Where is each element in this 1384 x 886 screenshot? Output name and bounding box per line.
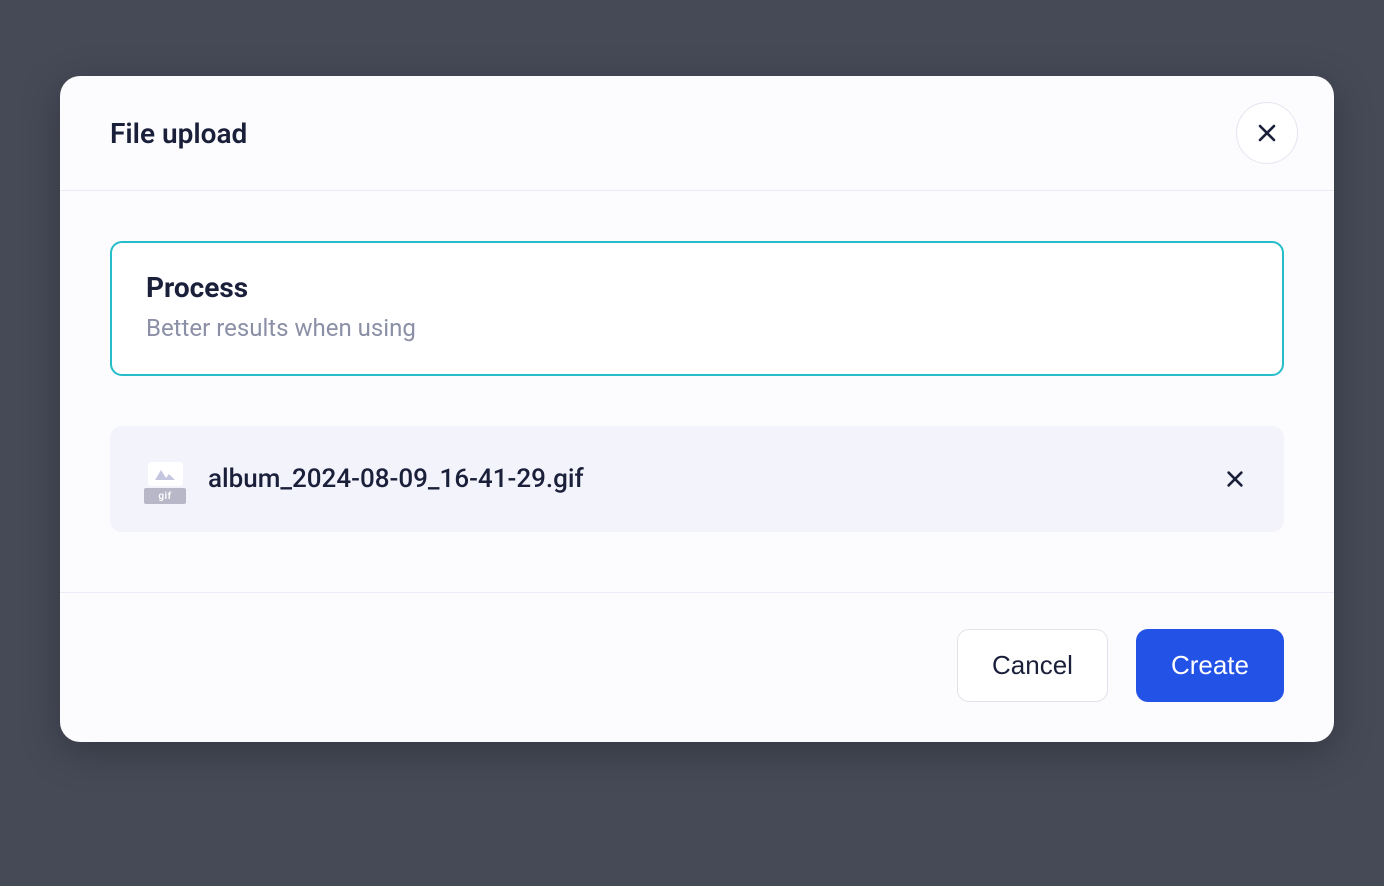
cancel-button[interactable]: Cancel (957, 629, 1108, 702)
uploaded-file-row: gif album_2024-08-09_16-41-29.gif (110, 426, 1284, 532)
modal-title: File upload (110, 117, 247, 150)
file-thumbnail: gif (144, 454, 186, 504)
process-card-title: Process (146, 271, 1248, 304)
process-card[interactable]: Process Better results when using (110, 241, 1284, 376)
create-button[interactable]: Create (1136, 629, 1284, 702)
image-icon (148, 462, 183, 486)
remove-file-button[interactable] (1220, 464, 1250, 494)
close-icon (1224, 468, 1246, 490)
file-name: album_2024-08-09_16-41-29.gif (208, 464, 1198, 494)
close-icon (1255, 121, 1279, 145)
file-upload-modal: File upload Process Better results when … (60, 76, 1334, 742)
process-card-subtitle: Better results when using (146, 314, 1248, 342)
file-ext-badge: gif (144, 488, 186, 504)
modal-footer: Cancel Create (60, 592, 1334, 742)
modal-body: Process Better results when using gif al… (60, 191, 1334, 592)
close-button[interactable] (1236, 102, 1298, 164)
modal-header: File upload (60, 76, 1334, 191)
